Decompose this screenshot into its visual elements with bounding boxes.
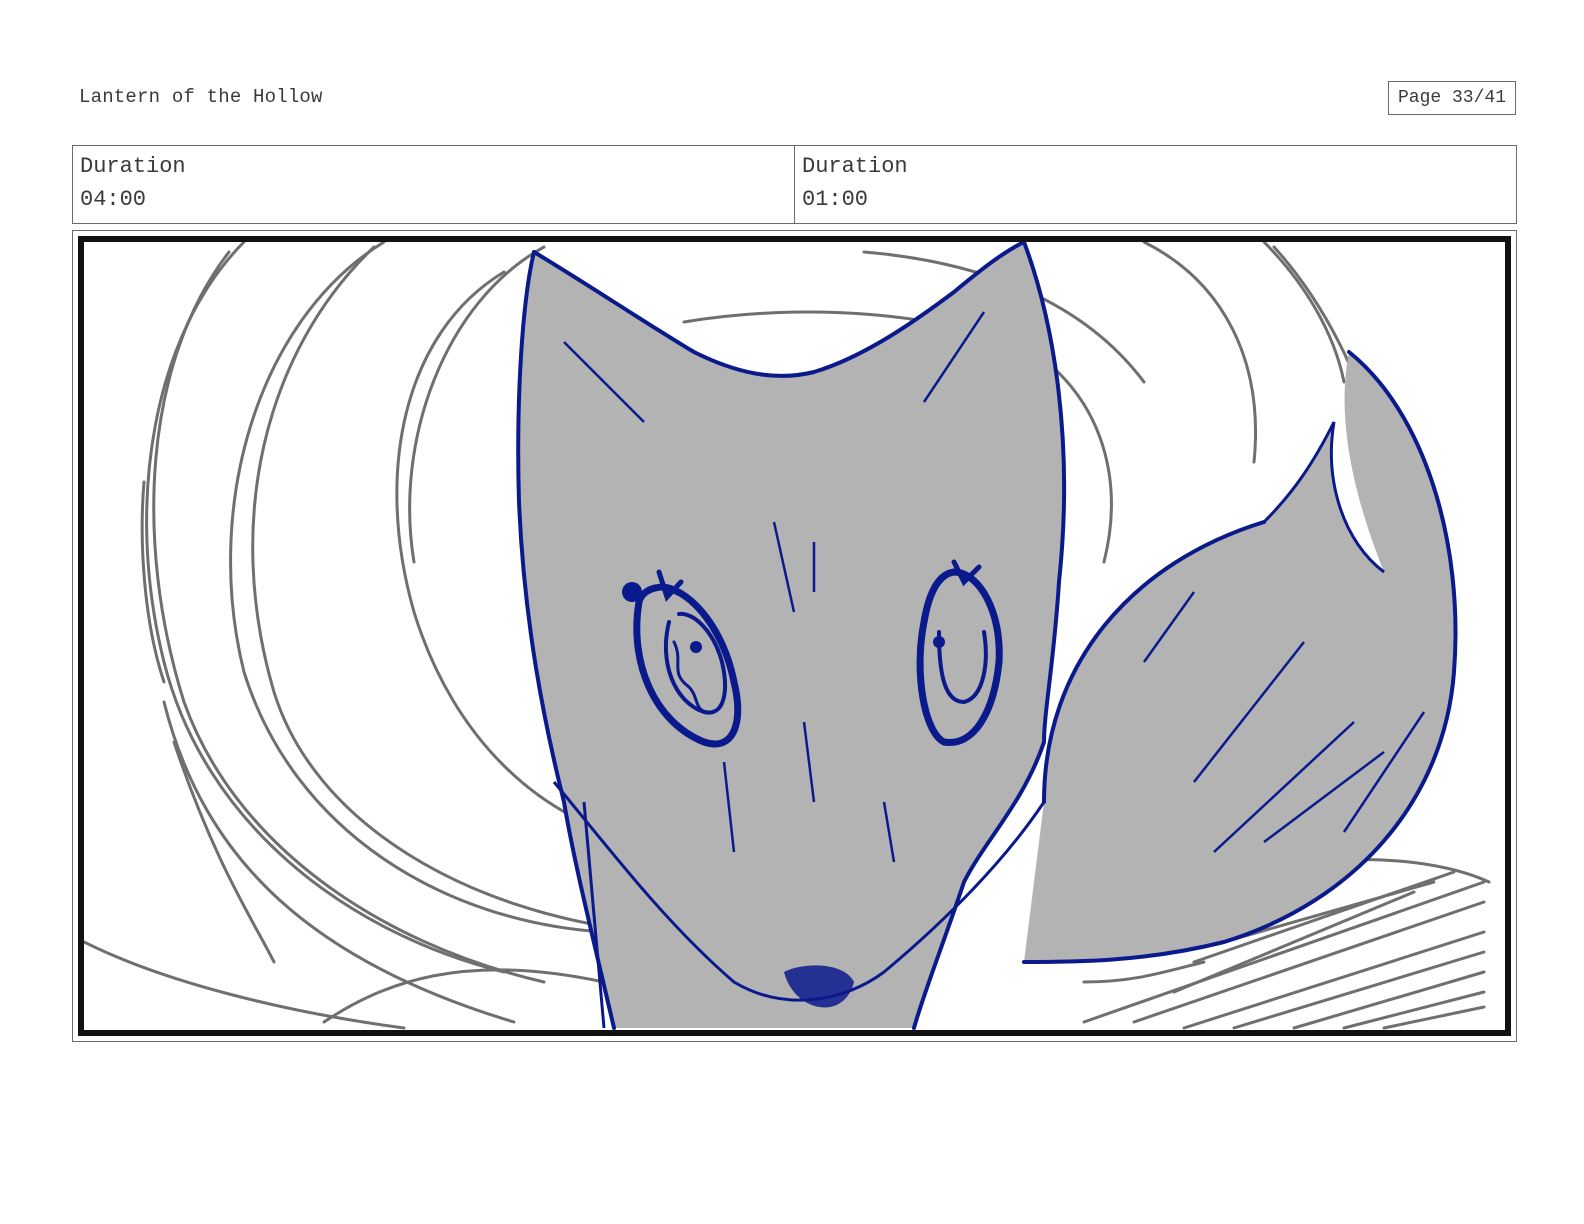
duration-label: Duration	[80, 154, 186, 179]
page-indicator: Page 33/41	[1388, 81, 1516, 115]
duration-table: Duration 04:00 Duration 01:00	[72, 145, 1517, 224]
fox-tail	[1022, 350, 1458, 964]
duration-value: 01:00	[802, 187, 869, 212]
duration-cell-1: Duration 04:00	[73, 146, 795, 223]
storyboard-panel-frame	[72, 230, 1517, 1042]
project-title: Lantern of the Hollow	[79, 86, 323, 108]
duration-value: 04:00	[80, 187, 147, 212]
duration-cell-2: Duration 01:00	[795, 146, 1516, 223]
fox-head	[516, 242, 1067, 1030]
fox-sketch-illustration	[84, 242, 1491, 1030]
duration-label: Duration	[802, 154, 908, 179]
storyboard-panel	[78, 236, 1511, 1036]
